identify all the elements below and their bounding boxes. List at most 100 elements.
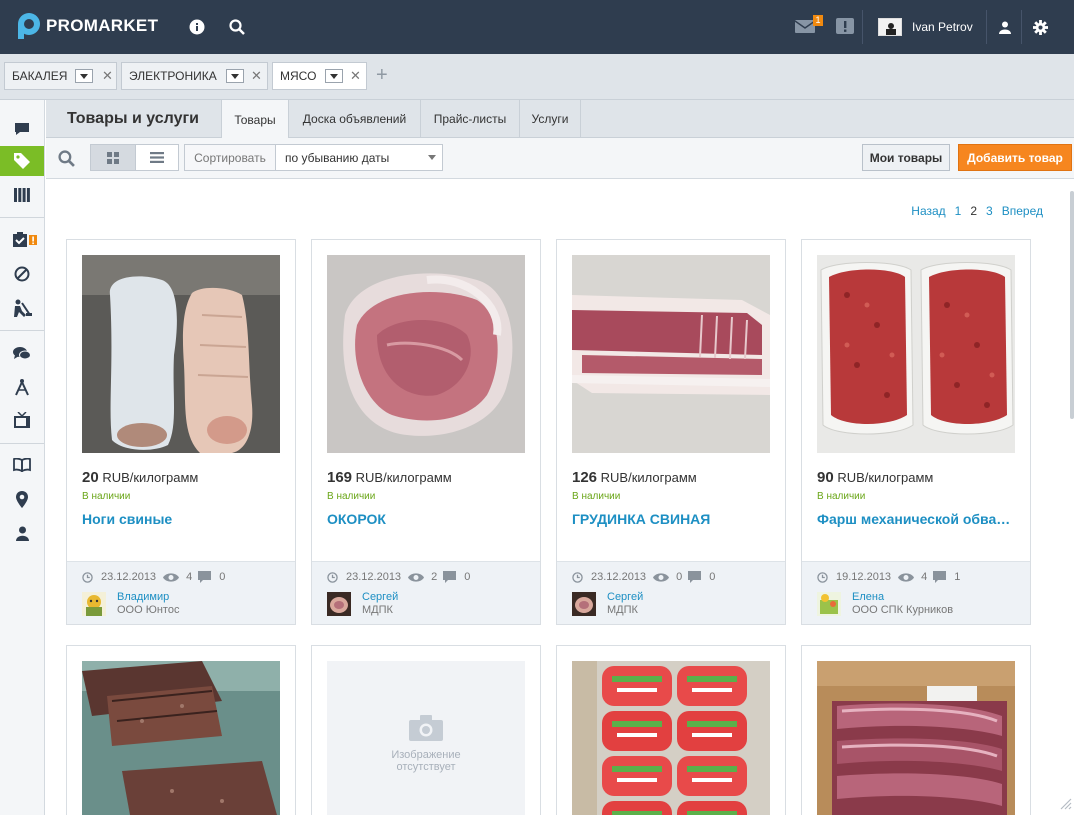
profile-icon[interactable] <box>995 17 1015 37</box>
product-image[interactable] <box>327 255 525 453</box>
sidebar-worker-icon[interactable] <box>0 293 44 323</box>
product-card[interactable]: 169 RUB/килограмм В наличии ОКОРОК 23.12… <box>311 239 541 625</box>
close-icon[interactable]: ✕ <box>102 68 113 84</box>
product-image-placeholder[interactable]: Изображение отсутствует <box>327 661 525 815</box>
close-icon[interactable]: ✕ <box>350 68 361 84</box>
gear-icon[interactable] <box>1030 17 1050 37</box>
product-name-link[interactable]: ГРУДИНКА СВИНАЯ <box>572 511 772 527</box>
sidebar-book-icon[interactable] <box>0 450 44 480</box>
seller-org: ООО Юнтос <box>117 604 180 616</box>
seller-avatar[interactable] <box>572 592 596 616</box>
sidebar-blocked-icon[interactable] <box>0 259 44 289</box>
comment-icon <box>198 571 212 583</box>
sidebar-catalog-icon[interactable] <box>0 180 44 210</box>
no-image-text: отсутствует <box>396 760 456 773</box>
product-image[interactable] <box>572 255 770 453</box>
seller-avatar[interactable] <box>327 592 351 616</box>
info-icon[interactable] <box>187 17 207 37</box>
views-count: 4 <box>921 571 928 583</box>
sidebar-discussions-icon[interactable] <box>0 338 44 368</box>
product-image[interactable] <box>817 661 1015 815</box>
comments-count: 0 <box>709 571 716 583</box>
pager-next[interactable]: Вперед <box>1002 204 1043 218</box>
tab-bulletin-board[interactable]: Доска объявлений <box>288 100 420 138</box>
category-tab[interactable]: ЭЛЕКТРОНИКА ✕ <box>121 62 268 90</box>
sort-label: Сортировать <box>185 145 276 170</box>
pager-current: 2 <box>970 204 978 218</box>
seller-org: МДПК <box>607 604 638 616</box>
sidebar-user-icon[interactable] <box>0 518 44 548</box>
seller-name-link[interactable]: Елена <box>852 591 884 603</box>
alerts-icon[interactable] <box>835 16 855 36</box>
messages-icon[interactable] <box>795 16 815 36</box>
product-card[interactable] <box>66 645 296 815</box>
chevron-down-icon <box>428 155 436 160</box>
sidebar-tag-icon[interactable] <box>0 146 44 176</box>
divider <box>0 443 44 444</box>
user-name[interactable]: Ivan Petrov <box>912 20 973 34</box>
add-product-button[interactable]: Добавить товар <box>958 144 1072 171</box>
chevron-down-icon[interactable] <box>75 69 93 83</box>
search-icon[interactable] <box>227 17 247 37</box>
product-name-link[interactable]: ОКОРОК <box>327 511 527 527</box>
sidebar-compass-icon[interactable] <box>0 372 44 402</box>
close-icon[interactable]: ✕ <box>251 68 262 84</box>
avatar[interactable] <box>878 18 902 36</box>
product-name-link[interactable]: Ноги свиные <box>82 511 282 527</box>
price-unit: RUB/килограмм <box>600 470 697 485</box>
product-card[interactable] <box>801 645 1031 815</box>
product-image[interactable] <box>817 255 1015 453</box>
list-view-icon[interactable] <box>135 145 178 170</box>
card-meta: 19.12.2013 4 1 <box>817 571 966 583</box>
product-card[interactable]: 90 RUB/килограмм В наличии Фарш механиче… <box>801 239 1031 625</box>
add-tab-icon[interactable]: + <box>376 64 388 87</box>
my-products-button[interactable]: Мои товары <box>862 144 950 171</box>
sidebar-location-icon[interactable] <box>0 484 44 514</box>
clock-icon <box>327 571 338 583</box>
grid-view-icon[interactable] <box>91 145 135 170</box>
seller-name-link[interactable]: Владимир <box>117 591 169 603</box>
comment-icon <box>443 571 457 583</box>
product-image[interactable] <box>82 661 280 815</box>
price-value: 20 <box>82 469 99 486</box>
category-tab-active[interactable]: МЯСО ✕ <box>272 62 367 90</box>
camera-icon <box>409 714 443 741</box>
sidebar-tv-icon[interactable] <box>0 405 44 435</box>
seller-avatar[interactable] <box>82 592 106 616</box>
tab-products[interactable]: Товары <box>221 100 288 139</box>
seller-name-link[interactable]: Сергей <box>607 591 643 603</box>
product-name-link[interactable]: Фарш механической обвалки <box>817 511 1017 527</box>
product-grid: Назад 1 2 3 Вперед 20 RUB/килограмм В на… <box>46 179 1074 815</box>
seller-name-link[interactable]: Сергей <box>362 591 398 603</box>
logo[interactable]: PROMARKET <box>16 12 158 40</box>
post-date: 23.12.2013 <box>591 571 647 583</box>
sidebar-tasks-icon[interactable] <box>0 225 44 255</box>
chevron-down-icon[interactable] <box>226 69 244 83</box>
product-card[interactable]: 126 RUB/килограмм В наличии ГРУДИНКА СВИ… <box>556 239 786 625</box>
tab-services[interactable]: Услуги <box>519 100 581 138</box>
category-tab[interactable]: БАКАЛЕЯ ✕ <box>4 62 117 90</box>
product-card[interactable]: Изображение отсутствует <box>311 645 541 815</box>
search-icon[interactable] <box>58 150 75 170</box>
chevron-down-icon[interactable] <box>325 69 343 83</box>
pager-page[interactable]: 3 <box>986 204 993 218</box>
seller-avatar[interactable] <box>817 592 841 616</box>
sort-select[interactable]: Сортировать по убыванию даты <box>184 144 443 171</box>
sort-value: по убыванию даты <box>285 151 390 165</box>
pager-prev[interactable]: Назад <box>911 204 945 218</box>
product-card[interactable]: 20 RUB/килограмм В наличии Ноги свиные 2… <box>66 239 296 625</box>
resize-grip-icon[interactable] <box>1058 796 1072 813</box>
divider <box>986 10 987 44</box>
product-price: 126 RUB/килограмм <box>572 469 697 486</box>
product-image[interactable] <box>572 661 770 815</box>
scrollbar[interactable] <box>1070 191 1074 419</box>
messages-badge: 1 <box>813 15 823 26</box>
pager-page[interactable]: 1 <box>955 204 962 218</box>
comments-count: 0 <box>464 571 471 583</box>
tab-price-lists[interactable]: Прайс-листы <box>420 100 519 138</box>
views-count: 4 <box>186 571 193 583</box>
product-price: 169 RUB/килограмм <box>327 469 452 486</box>
sidebar-chat-icon[interactable] <box>0 114 44 144</box>
product-image[interactable] <box>82 255 280 453</box>
product-card[interactable] <box>556 645 786 815</box>
